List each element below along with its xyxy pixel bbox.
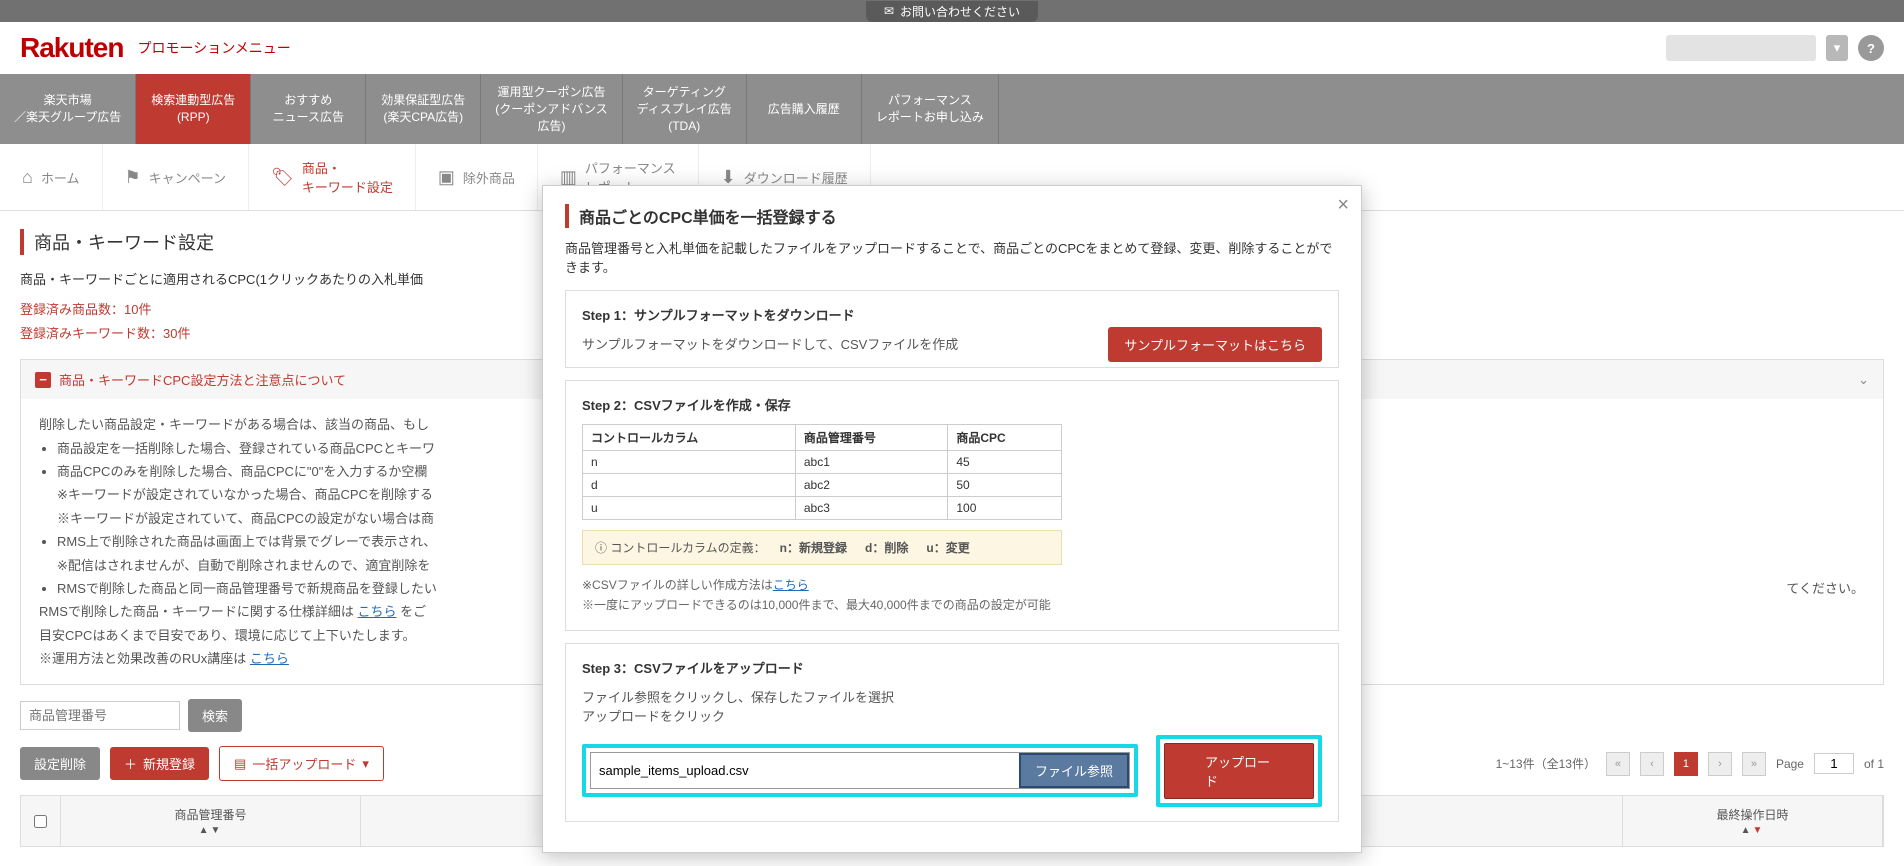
- select-all-checkbox[interactable]: [34, 815, 47, 828]
- control-column-legend: ⓘ コントロールカラムの定義： n：新規登録 d：削除 u：変更: [582, 530, 1062, 565]
- step-1: Step 1：サンプルフォーマットをダウンロード サンプルフォーマットをダウンロ…: [565, 290, 1339, 368]
- upload-button[interactable]: アップロード: [1164, 743, 1314, 799]
- pager-prev[interactable]: ‹: [1640, 752, 1664, 776]
- chevron-down-icon: ⌄: [1858, 372, 1869, 388]
- contact-label: お問い合わせください: [900, 3, 1020, 20]
- col-last-operated[interactable]: 最終操作日時 ▲▼: [1623, 796, 1883, 846]
- pager-next[interactable]: ›: [1708, 752, 1732, 776]
- page-input[interactable]: [1814, 753, 1854, 774]
- info-icon: ⓘ: [595, 541, 607, 555]
- main-tab-1[interactable]: 検索連動型広告(RPP): [136, 74, 251, 144]
- brand-logo: Rakuten: [20, 32, 123, 64]
- page-label: Page: [1776, 757, 1804, 771]
- pager-first[interactable]: «: [1606, 752, 1630, 776]
- modal-title: 商品ごとのCPC単価を一括登録する: [565, 204, 1339, 228]
- contact-button[interactable]: ✉ お問い合わせください: [866, 1, 1038, 22]
- plus-icon: ＋: [124, 754, 137, 773]
- subnav-home[interactable]: ⌂ホーム: [0, 144, 103, 210]
- main-tab-3[interactable]: 効果保証型広告(楽天CPA広告): [366, 74, 481, 144]
- minus-icon: −: [35, 372, 51, 388]
- tag-icon: 🏷: [271, 167, 294, 188]
- pager-page-1[interactable]: 1: [1674, 752, 1698, 776]
- range-text: 1~13件（全13件）: [1496, 755, 1596, 772]
- sample-format-button[interactable]: サンプルフォーマットはこちら: [1108, 327, 1322, 362]
- main-nav: 楽天市場／楽天グループ広告検索連動型広告(RPP)おすすめニュース広告効果保証型…: [0, 74, 1904, 144]
- main-tab-2[interactable]: おすすめニュース広告: [251, 74, 366, 144]
- main-tab-0[interactable]: 楽天市場／楽天グループ広告: [0, 74, 136, 144]
- flag-icon: ⚑: [125, 167, 141, 188]
- spec-link[interactable]: こちら: [358, 604, 397, 619]
- box-icon: ▣: [438, 167, 455, 188]
- account-dropdown[interactable]: ▾: [1826, 35, 1848, 61]
- modal-description: 商品管理番号と入札単価を記載したファイルをアップロードすることで、商品ごとのCP…: [565, 238, 1339, 276]
- csv-sample-table: コントロールカラム商品管理番号商品CPC nabc145 dabc250 uab…: [582, 424, 1062, 520]
- main-tab-5[interactable]: ターゲティングディスプレイ広告(TDA): [623, 74, 747, 144]
- mail-icon: ✉: [884, 4, 894, 18]
- subnav-exclude[interactable]: ▣除外商品: [416, 144, 538, 210]
- help-icon[interactable]: ?: [1858, 35, 1884, 61]
- file-input-highlight: ファイル参照: [582, 744, 1138, 797]
- pager-last[interactable]: »: [1742, 752, 1766, 776]
- chevron-down-icon: ▾: [362, 756, 369, 772]
- accordion-title: 商品・キーワードCPC設定方法と注意点について: [59, 370, 346, 389]
- search-button[interactable]: 検索: [188, 699, 242, 732]
- main-tab-4[interactable]: 運用型クーポン広告(クーポンアドバンス広告): [481, 74, 622, 144]
- delete-settings-button[interactable]: 設定削除: [20, 747, 100, 780]
- subnav-campaign[interactable]: ⚑キャンペーン: [103, 144, 250, 210]
- step-2: Step 2：CSVファイルを作成・保存 コントロールカラム商品管理番号商品CP…: [565, 380, 1339, 631]
- file-path-input[interactable]: [591, 757, 1019, 784]
- product-id-search-input[interactable]: [20, 701, 180, 730]
- home-icon: ⌂: [22, 167, 33, 188]
- chevron-down-icon: ▾: [1834, 40, 1841, 56]
- page-of: of 1: [1864, 757, 1884, 771]
- close-icon[interactable]: ×: [1337, 194, 1349, 217]
- bulk-upload-modal: × 商品ごとのCPC単価を一括登録する 商品管理番号と入札単価を記載したファイル…: [542, 185, 1362, 853]
- bulk-upload-button[interactable]: ▤一括アップロード▾: [219, 746, 384, 781]
- sort-icon: ▲▼: [199, 825, 223, 836]
- col-product-id[interactable]: 商品管理番号 ▲▼: [61, 796, 361, 846]
- file-browse-button[interactable]: ファイル参照: [1019, 753, 1129, 788]
- csv-icon: ▤: [234, 756, 246, 772]
- rux-link[interactable]: こちら: [250, 651, 289, 666]
- upload-button-highlight: アップロード: [1156, 735, 1322, 807]
- new-register-button[interactable]: ＋新規登録: [110, 747, 209, 780]
- csv-guide-link[interactable]: こちら: [773, 578, 809, 592]
- main-tab-6[interactable]: 広告購入履歴: [747, 74, 862, 144]
- main-tab-7[interactable]: パフォーマンスレポートお申し込み: [862, 74, 999, 144]
- sort-icon: ▲▼: [1741, 825, 1765, 836]
- step-3: Step 3：CSVファイルをアップロード ファイル参照をクリックし、保存したフ…: [565, 643, 1339, 822]
- brand-subtitle: プロモーションメニュー: [137, 38, 290, 58]
- account-box[interactable]: [1666, 35, 1816, 61]
- subnav-product-keyword[interactable]: 🏷商品・ キーワード設定: [249, 144, 416, 210]
